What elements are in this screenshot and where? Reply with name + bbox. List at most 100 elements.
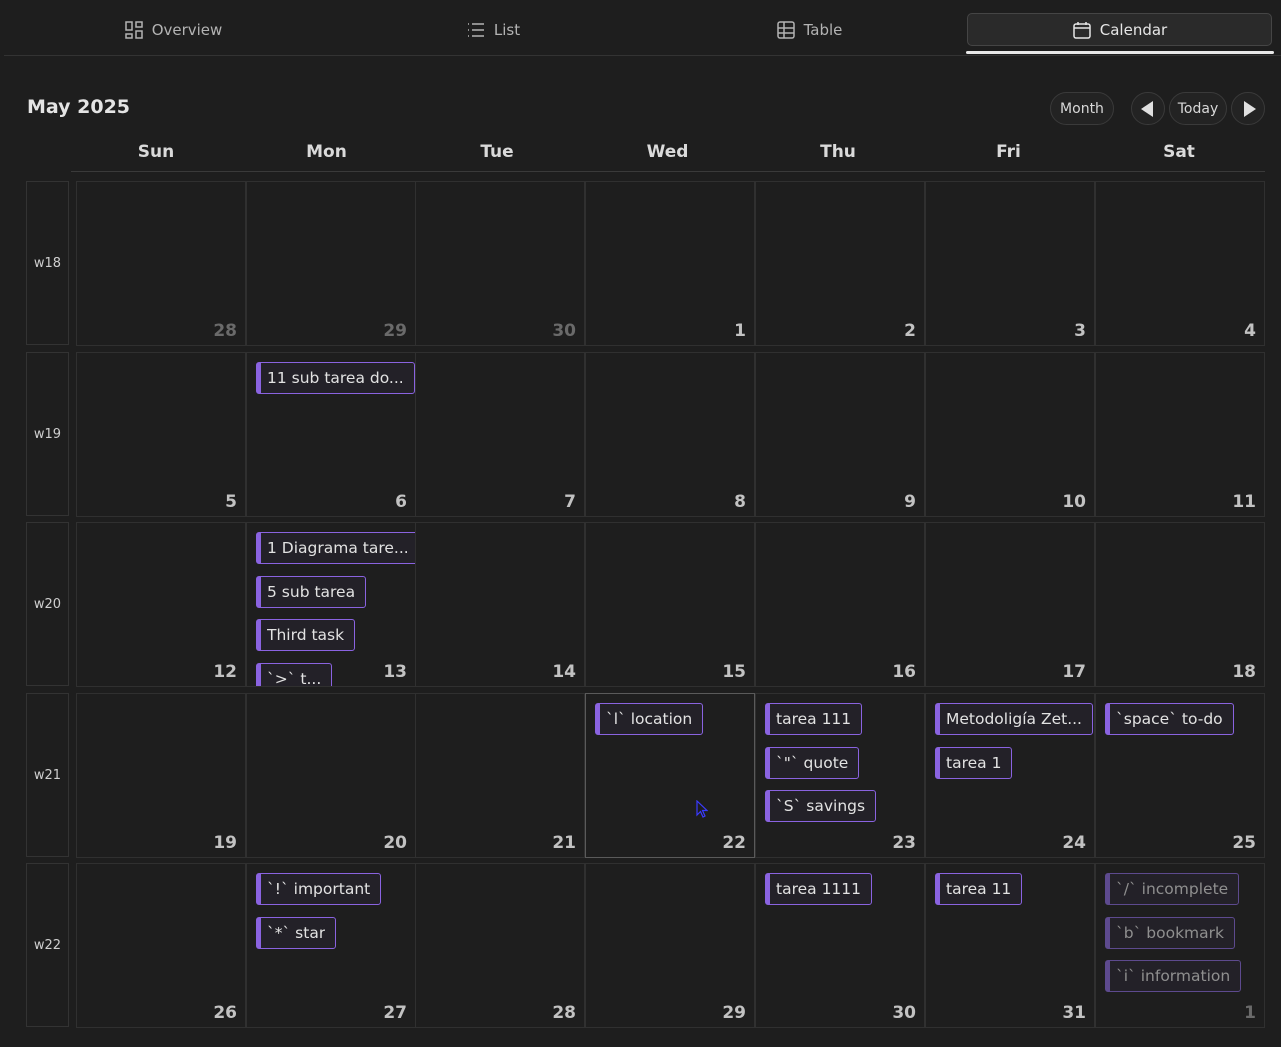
prev-month-button[interactable] [1131,92,1165,125]
calendar-event[interactable]: `"` quote [765,746,860,779]
calendar-event[interactable]: tarea 1 [935,746,1013,779]
day-number[interactable]: 29 [722,1003,746,1023]
day-number[interactable]: 29 [383,321,407,341]
day-cell[interactable]: `!` important `*` star 27 [246,863,416,1028]
calendar-event[interactable]: tarea 1111 [765,873,873,905]
day-number[interactable]: 20 [383,833,407,853]
day-cell[interactable]: 2 [755,181,925,346]
day-cell[interactable]: 4 [1095,181,1265,346]
calendar-event[interactable]: tarea 111 [765,703,863,735]
day-number[interactable]: 27 [383,1003,407,1023]
day-cell[interactable]: 19 [76,693,246,858]
day-cell[interactable]: 3 [925,181,1095,346]
day-number[interactable]: 19 [213,833,237,853]
day-cell[interactable]: 18 [1095,522,1265,687]
day-number[interactable]: 17 [1062,662,1086,682]
day-number[interactable]: 13 [383,662,407,682]
day-cell[interactable]: Metodoligía Zet... tarea 1 24 [925,693,1095,858]
week-number-w22[interactable]: w22 [26,863,69,1027]
day-number[interactable]: 31 [1062,1003,1086,1023]
calendar-event[interactable]: `space` to-do [1105,703,1234,735]
day-cell[interactable]: `space` to-do 25 [1095,693,1265,858]
day-cell[interactable]: 26 [76,863,246,1028]
day-number[interactable]: 1 [734,321,746,341]
day-cell[interactable]: 12 [76,522,246,687]
tab-table[interactable]: Table [644,13,974,46]
view-mode-button[interactable]: Month [1050,92,1114,125]
day-number[interactable]: 25 [1232,833,1256,853]
day-cell[interactable]: 1 [585,181,755,346]
day-number[interactable]: 3 [1074,321,1086,341]
day-number[interactable]: 10 [1062,492,1086,512]
day-number[interactable]: 12 [213,662,237,682]
day-number[interactable]: 14 [552,662,576,682]
calendar-event[interactable]: `*` star [256,916,337,949]
calendar-event[interactable]: tarea 11 [935,873,1023,905]
next-month-button[interactable] [1231,92,1265,125]
day-cell[interactable]: 11 [1095,352,1265,517]
calendar-event[interactable]: 1 Diagrama tare... [256,532,415,564]
day-number[interactable]: 9 [904,492,916,512]
day-cell[interactable]: 29 [246,181,416,346]
day-cell[interactable]: `/` incomplete `b` bookmark `i` informatio… [1095,863,1265,1028]
day-number[interactable]: 23 [892,833,916,853]
today-button[interactable]: Today [1169,92,1227,125]
day-number[interactable]: 22 [722,833,746,853]
day-number[interactable]: 8 [734,492,746,512]
week-number-w18[interactable]: w18 [26,181,69,345]
day-cell[interactable]: 1 Diagrama tare... 5 sub tarea Third task `… [246,522,416,687]
day-cell[interactable]: 14 [415,522,585,687]
day-number[interactable]: 2 [904,321,916,341]
day-number[interactable]: 15 [722,662,746,682]
tab-overview[interactable]: Overview [8,13,338,46]
day-cell[interactable]: tarea 111 `"` quote `S` savings 23 [755,693,925,858]
day-cell[interactable]: 10 [925,352,1095,517]
calendar-event[interactable]: `i` information [1105,960,1242,992]
calendar-event[interactable]: 5 sub tarea [256,575,367,608]
day-cell[interactable]: 5 [76,352,246,517]
day-number[interactable]: 1 [1244,1003,1256,1023]
day-number[interactable]: 6 [395,492,407,512]
calendar-event[interactable]: `>` t... [256,662,333,686]
day-cell[interactable]: tarea 11 31 [925,863,1095,1028]
day-cell[interactable]: 7 [415,352,585,517]
day-number[interactable]: 30 [892,1003,916,1023]
week-number-w19[interactable]: w19 [26,352,69,516]
day-number[interactable]: 28 [213,321,237,341]
day-cell[interactable]: 16 [755,522,925,687]
day-number[interactable]: 11 [1232,492,1256,512]
day-cell[interactable]: 8 [585,352,755,517]
day-number[interactable]: 26 [213,1003,237,1023]
day-number[interactable]: 24 [1062,833,1086,853]
day-cell[interactable]: 28 [415,863,585,1028]
day-cell[interactable]: 21 [415,693,585,858]
day-cell[interactable]: tarea 1111 30 [755,863,925,1028]
day-cell[interactable]: 28 [76,181,246,346]
day-number[interactable]: 16 [892,662,916,682]
week-number-w20[interactable]: w20 [26,522,69,686]
calendar-event[interactable]: 11 sub tarea do... [256,362,415,394]
day-number[interactable]: 7 [564,492,576,512]
calendar-event[interactable]: `b` bookmark [1105,916,1235,949]
day-number[interactable]: 21 [552,833,576,853]
day-cell[interactable]: 15 [585,522,755,687]
day-number[interactable]: 30 [552,321,576,341]
day-cell[interactable]: 29 [585,863,755,1028]
day-cell[interactable]: 9 [755,352,925,517]
week-number-w21[interactable]: w21 [26,693,69,857]
calendar-event[interactable]: Metodoligía Zet... [935,703,1093,735]
tab-list[interactable]: List [328,13,658,46]
day-number[interactable]: 4 [1244,321,1256,341]
day-cell[interactable]: 17 [925,522,1095,687]
tab-calendar[interactable]: Calendar [967,13,1272,46]
day-number[interactable]: 5 [225,492,237,512]
day-cell[interactable]: `l` location 22 [585,693,755,858]
calendar-event[interactable]: Third task [256,619,356,651]
day-cell[interactable]: 11 sub tarea do... 6 [246,352,416,517]
calendar-event[interactable]: `!` important [256,873,382,905]
day-cell[interactable]: 20 [246,693,416,858]
calendar-event[interactable]: `l` location [595,703,704,735]
day-number[interactable]: 18 [1232,662,1256,682]
day-number[interactable]: 28 [552,1003,576,1023]
day-cell[interactable]: 30 [415,181,585,346]
